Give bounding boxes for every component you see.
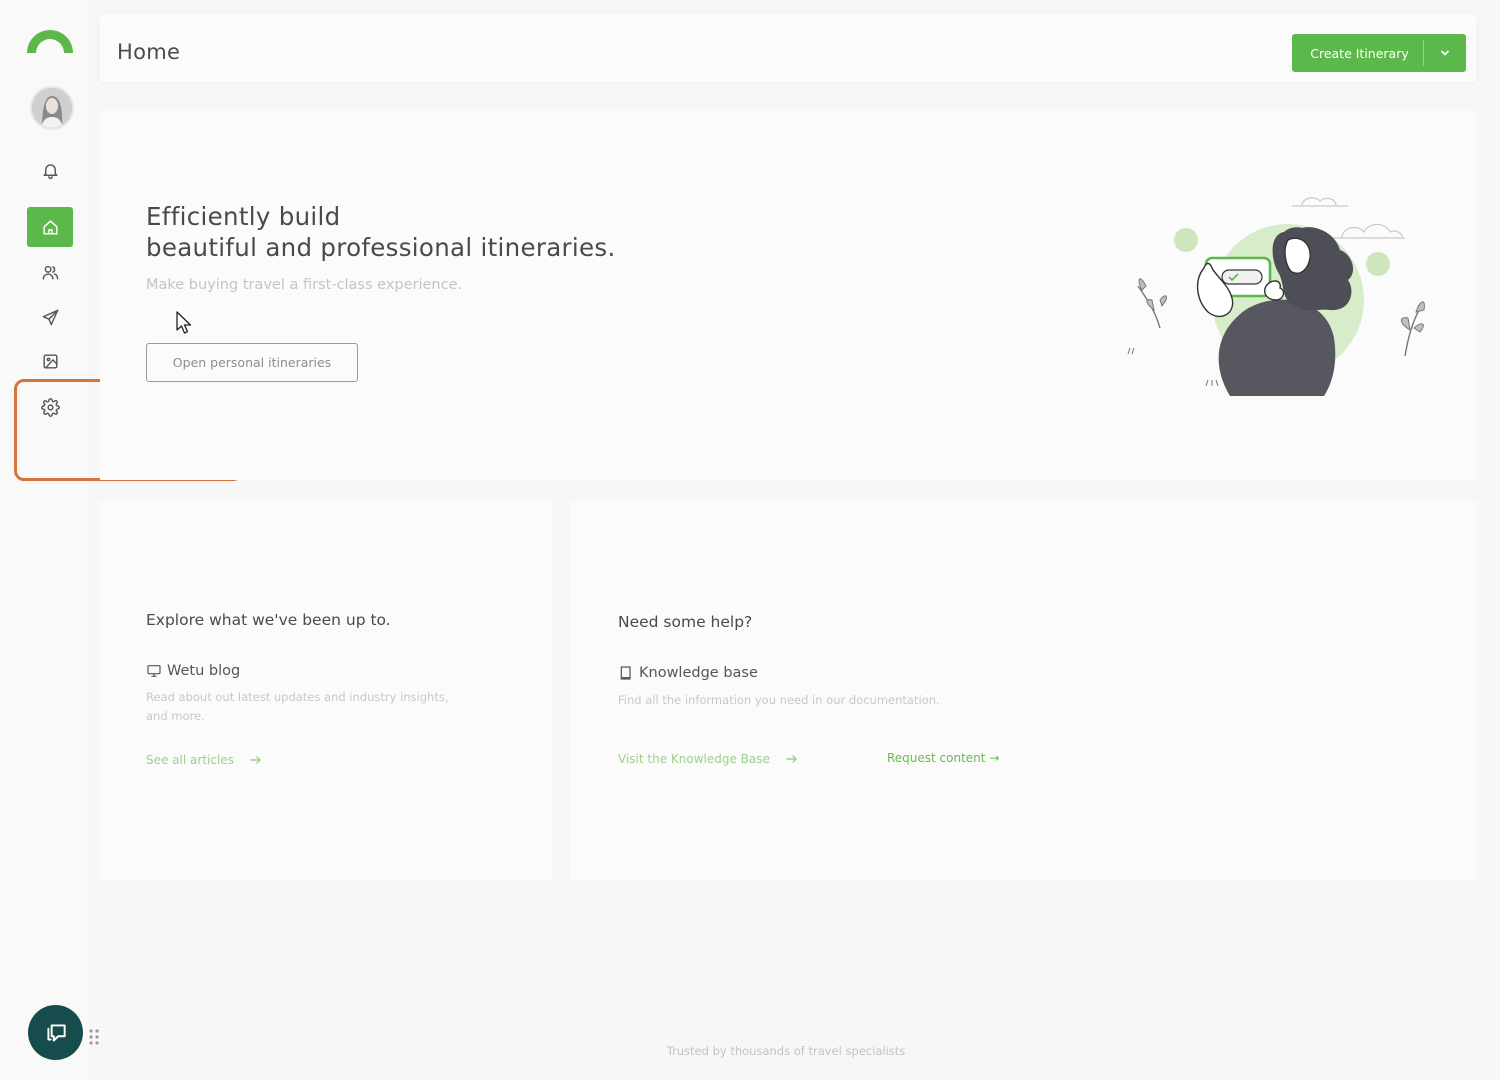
nav-media[interactable]	[27, 341, 73, 381]
open-personal-itineraries-button[interactable]: Open personal itineraries	[146, 343, 358, 382]
create-itinerary-label[interactable]: Create Itinerary	[1292, 34, 1423, 72]
users-icon	[42, 265, 58, 280]
see-all-articles-label[interactable]: See all articles	[146, 753, 234, 767]
home-icon	[42, 219, 58, 235]
nav-settings[interactable]	[27, 387, 73, 427]
visit-knowledge-base-label[interactable]: Visit the Knowledge Base	[618, 752, 770, 766]
header: Home Create Itinerary	[100, 14, 1476, 82]
sidebar	[0, 0, 90, 1080]
visit-knowledge-base-link[interactable]: Visit the Knowledge Base	[618, 752, 798, 766]
page-title: Home	[117, 40, 181, 64]
see-all-articles-link[interactable]: See all articles	[146, 753, 262, 767]
knowledge-base-item: Knowledge base	[618, 665, 758, 681]
wetu-logo[interactable]	[24, 26, 76, 54]
nav-contacts[interactable]	[27, 252, 73, 292]
blog-card-heading: Explore what we've been up to.	[146, 611, 391, 629]
gear-icon	[40, 397, 60, 417]
send-icon	[42, 309, 58, 325]
chevron-down-icon	[1441, 50, 1449, 56]
knowledge-base-title: Knowledge base	[639, 665, 758, 681]
chat-bubble-icon	[46, 1023, 66, 1042]
nav-send[interactable]	[27, 297, 73, 337]
monitor-icon	[147, 665, 161, 677]
bell-icon	[42, 163, 58, 179]
footer-note: Trusted by thousands of travel specialis…	[666, 1044, 906, 1058]
blog-item-title: Wetu blog	[167, 663, 241, 679]
book-icon	[620, 666, 631, 680]
blog-card: Explore what we've been up to. Wetu blog…	[100, 501, 552, 881]
nav-notifications[interactable]	[27, 150, 73, 190]
help-card-heading: Need some help?	[618, 613, 753, 631]
chat-button[interactable]	[28, 1005, 83, 1060]
hero-panel: Efficiently build beautiful and professi…	[100, 110, 1476, 480]
hero-illustration	[1127, 197, 1425, 396]
mouse-cursor-icon	[176, 311, 192, 334]
help-card: Need some help? Knowledge base Find all …	[570, 501, 1476, 881]
request-content-link[interactable]: Request content →	[887, 751, 999, 765]
create-itinerary-dropdown[interactable]	[1424, 34, 1466, 72]
blog-item: Wetu blog	[146, 663, 240, 679]
image-icon	[42, 353, 58, 369]
arrow-right-icon	[250, 756, 261, 764]
blog-description: Read about out latest updates and indust…	[146, 688, 449, 726]
arrow-right-icon	[786, 755, 797, 763]
hero-title-line2: beautiful and professional itineraries.	[146, 233, 616, 262]
hero-subtitle: Make buying travel a first-class experie…	[146, 277, 463, 293]
drag-handle-icon[interactable]	[88, 1028, 100, 1046]
avatar[interactable]	[32, 88, 72, 128]
blog-description-line2: and more.	[146, 709, 205, 723]
help-description: Find all the information you need in our…	[618, 693, 940, 707]
nav-home[interactable]	[27, 207, 73, 247]
create-itinerary-button[interactable]: Create Itinerary	[1292, 34, 1466, 72]
hero-title-line1: Efficiently build	[146, 202, 341, 231]
blog-description-line1: Read about out latest updates and indust…	[146, 690, 449, 704]
